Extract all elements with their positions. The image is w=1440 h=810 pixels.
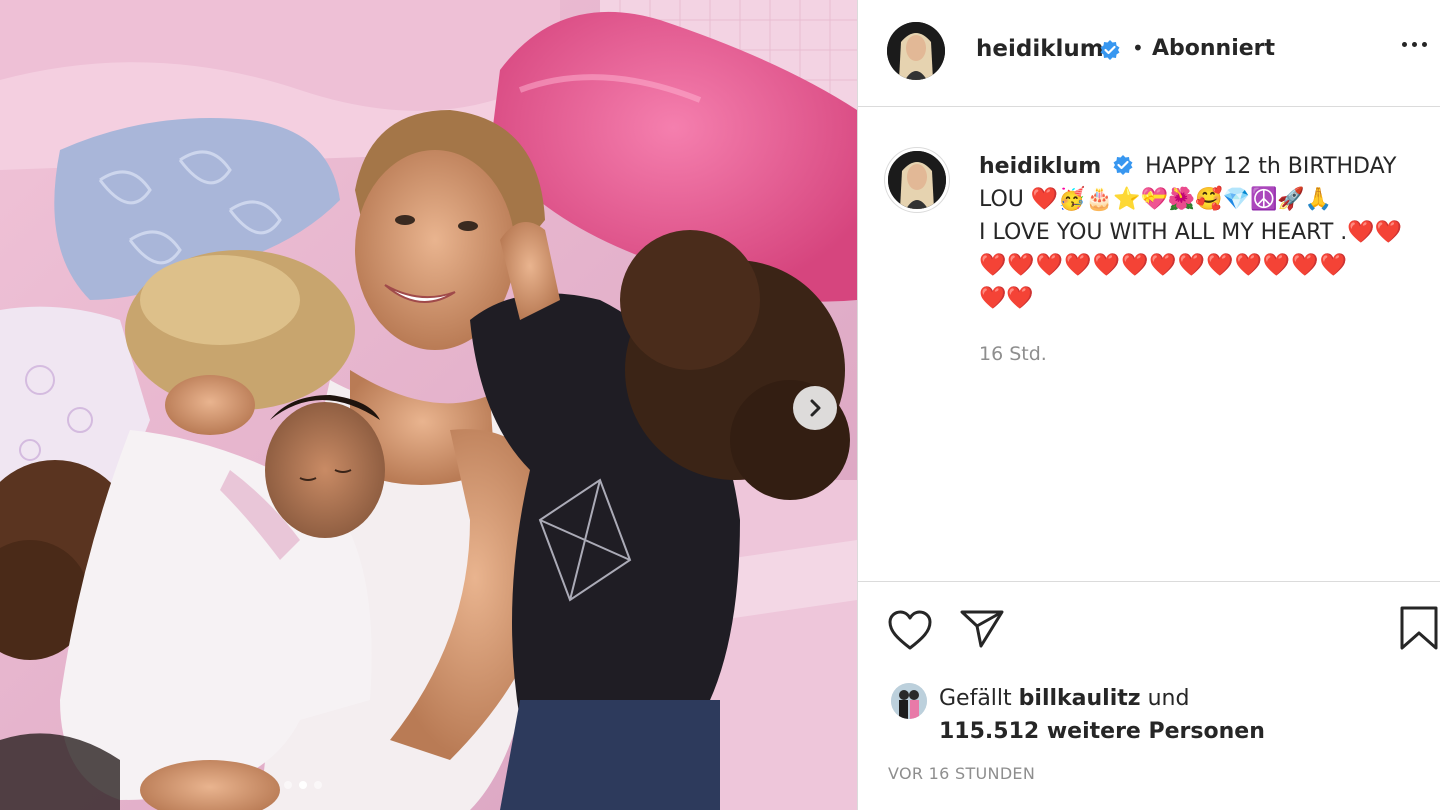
more-options-icon[interactable]: [1402, 42, 1427, 47]
carousel-dot: [284, 781, 292, 789]
likes-summary: Gefällt billkaulitz und 115.512 weitere …: [939, 682, 1265, 748]
carousel-indicator: [284, 781, 322, 789]
header-separator: •: [1132, 36, 1144, 60]
follow-status-button[interactable]: Abonniert: [1152, 36, 1275, 61]
post-media[interactable]: [0, 0, 857, 810]
carousel-dot: [314, 781, 322, 789]
verified-badge-icon: [1113, 155, 1133, 175]
caption-author-avatar[interactable]: [885, 148, 949, 212]
share-icon[interactable]: [959, 608, 1005, 650]
post-header: heidiklum • Abonniert: [858, 0, 1440, 107]
heart-icon[interactable]: [887, 609, 933, 651]
caption-line: ❤️❤️❤️❤️❤️❤️❤️❤️❤️❤️❤️❤️❤️: [979, 253, 1349, 278]
likes-prefix: Gefällt: [939, 686, 1012, 711]
carousel-next-button[interactable]: [793, 386, 837, 430]
caption-timestamp[interactable]: 16 Std.: [979, 343, 1047, 365]
liker-username[interactable]: billkaulitz: [1019, 686, 1141, 711]
post-actions: Gefällt billkaulitz und 115.512 weitere …: [858, 582, 1440, 810]
bookmark-icon[interactable]: [1399, 605, 1439, 651]
likes-count[interactable]: 115.512 weitere Personen: [939, 719, 1265, 744]
caption-text: heidiklum HAPPY 12 th BIRTHDAY LOU ❤️🥳🎂⭐…: [979, 150, 1431, 315]
caption-line: ❤️❤️: [979, 286, 1034, 311]
verified-badge-icon: [1100, 40, 1120, 60]
post-photo: [0, 0, 857, 810]
caption-section: heidiklum HAPPY 12 th BIRTHDAY LOU ❤️🥳🎂⭐…: [858, 107, 1440, 582]
author-username[interactable]: heidiklum: [976, 36, 1104, 62]
carousel-dot-active: [299, 781, 307, 789]
likes-conjunction: und: [1147, 686, 1190, 711]
caption-line: I LOVE YOU WITH ALL MY HEART .❤️❤️: [979, 220, 1403, 245]
chevron-right-icon: [810, 399, 821, 417]
caption-line: LOU ❤️🥳🎂⭐💝🌺🥰💎☮️🚀🙏: [979, 187, 1333, 212]
post-date[interactable]: VOR 16 STUNDEN: [888, 764, 1035, 783]
caption-line: HAPPY 12 th BIRTHDAY: [1145, 154, 1397, 179]
author-avatar[interactable]: [887, 22, 945, 80]
caption-username[interactable]: heidiklum: [979, 154, 1101, 179]
liker-avatar[interactable]: [891, 683, 927, 719]
